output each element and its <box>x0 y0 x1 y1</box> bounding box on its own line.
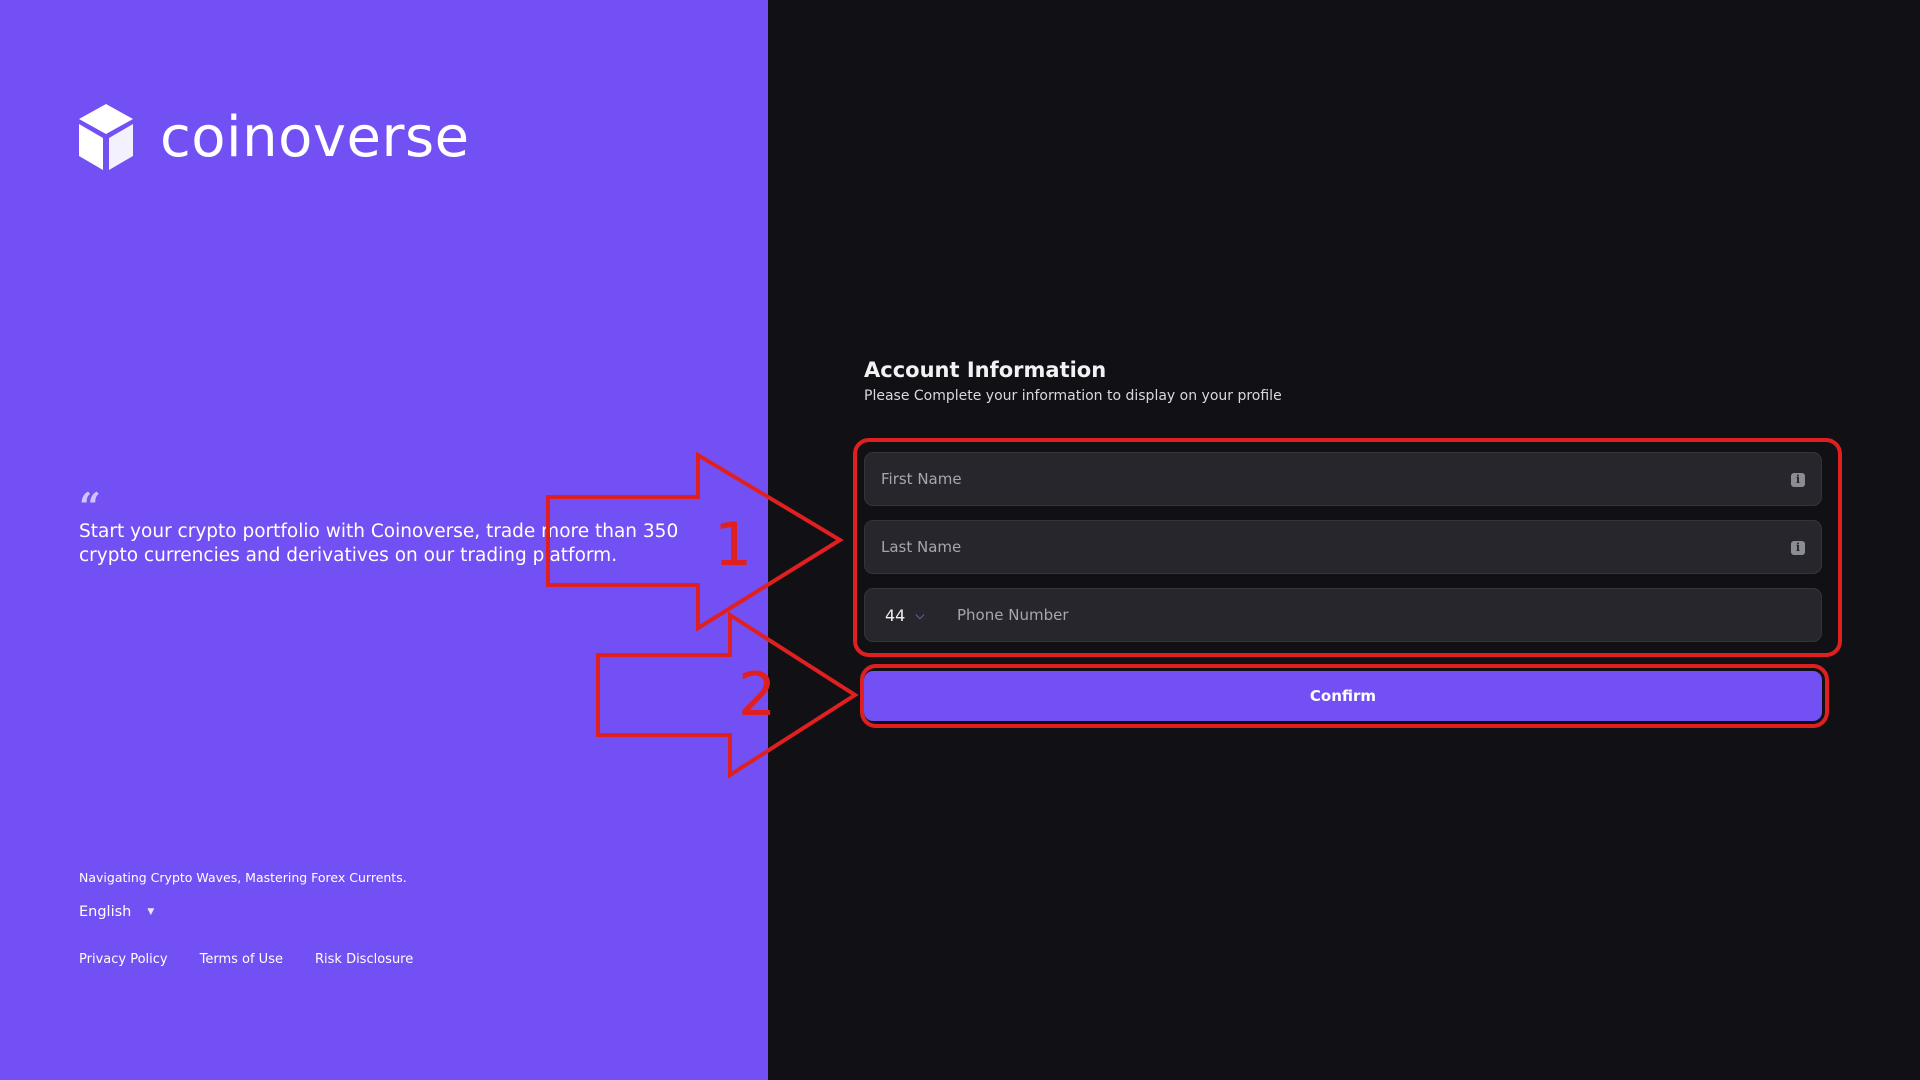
info-icon[interactable]: i <box>1791 541 1805 555</box>
coinoverse-logo-icon <box>79 104 133 170</box>
form-panel: Account Information Please Complete your… <box>768 0 1920 1080</box>
first-name-input[interactable] <box>865 453 1821 505</box>
privacy-policy-link[interactable]: Privacy Policy <box>79 952 168 967</box>
phone-number-input[interactable] <box>865 589 1821 641</box>
confirm-button[interactable]: Confirm <box>864 671 1822 721</box>
brand-panel: coinoverse “ Start your crypto portfolio… <box>0 0 768 1080</box>
form-title: Account Information <box>864 358 1107 382</box>
language-selector[interactable]: English ▼ <box>79 904 154 920</box>
dropdown-caret-icon: ▼ <box>147 907 155 917</box>
language-label: English <box>79 904 132 920</box>
risk-disclosure-link[interactable]: Risk Disclosure <box>315 952 413 967</box>
brand-quote: Start your crypto portfolio with Coinove… <box>79 521 679 566</box>
last-name-field: i <box>864 520 1822 574</box>
phone-field: 44 ⌵ <box>864 588 1822 642</box>
footer-links: Privacy Policy Terms of Use Risk Disclos… <box>79 952 413 967</box>
terms-of-use-link[interactable]: Terms of Use <box>200 952 283 967</box>
annotation-number-1: 1 <box>714 510 753 580</box>
country-code-selector[interactable]: 44 ⌵ <box>885 589 924 641</box>
brand-name: coinoverse <box>160 105 470 170</box>
annotation-number-2: 2 <box>738 660 777 730</box>
form-subtitle: Please Complete your information to disp… <box>864 388 1282 404</box>
last-name-input[interactable] <box>865 521 1821 573</box>
info-icon[interactable]: i <box>1791 473 1805 487</box>
logo: coinoverse <box>79 104 470 172</box>
chevron-down-icon: ⌵ <box>915 607 925 622</box>
tagline: Navigating Crypto Waves, Mastering Forex… <box>79 870 407 885</box>
country-code: 44 <box>885 605 906 625</box>
first-name-field: i <box>864 452 1822 506</box>
